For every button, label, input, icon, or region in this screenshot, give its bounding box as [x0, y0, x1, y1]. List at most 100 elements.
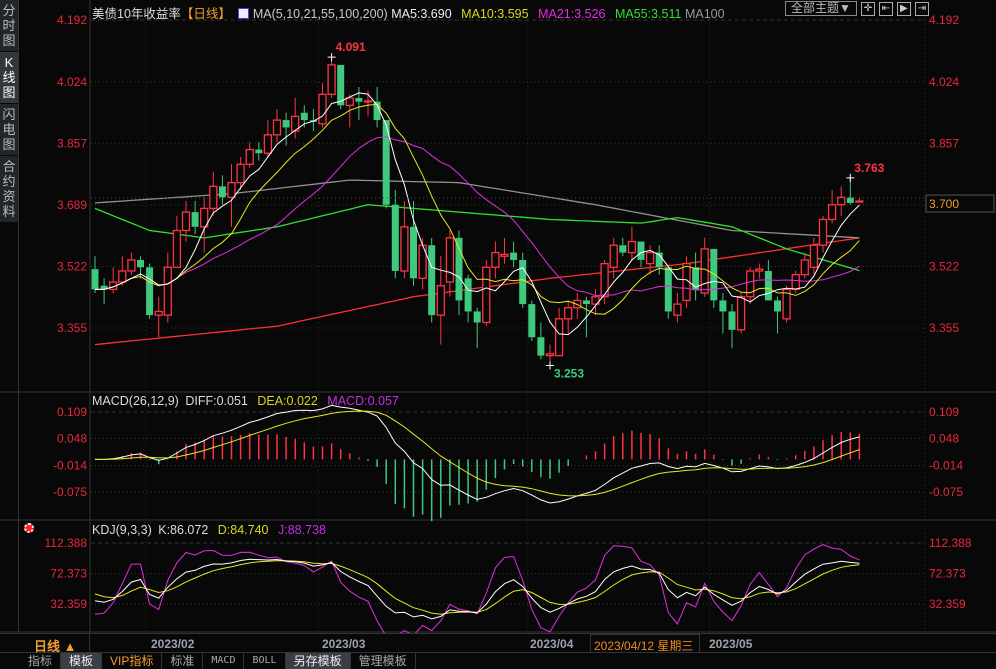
- macd-axis-label-right: 0.048: [929, 432, 959, 446]
- candle-body: [91, 269, 99, 290]
- save-template-button[interactable]: 另存模板: [285, 653, 351, 669]
- candle-body: [137, 259, 144, 268]
- tab-macd[interactable]: MACD: [203, 653, 245, 669]
- month-label: 2023/02: [151, 637, 195, 651]
- kdj-axis-label-left: 32.359: [50, 597, 87, 611]
- candle-body: [755, 268, 764, 272]
- ma100-value: MA100: [684, 7, 725, 21]
- candle: [528, 300, 536, 341]
- ma10-value: MA10:3.595: [461, 7, 529, 21]
- kdj-axis-label-right: 32.359: [929, 597, 966, 611]
- tab-templates[interactable]: 模板: [61, 653, 103, 669]
- kdj-axis-label-left: 112.388: [45, 536, 88, 550]
- candle-body: [455, 237, 463, 301]
- candle: [355, 86, 363, 121]
- macd-value: MACD:0.057: [327, 394, 399, 408]
- candle-body: [363, 100, 373, 103]
- kdj-d-line: [94, 560, 860, 615]
- price-axis-label-left: 4.024: [57, 75, 87, 89]
- macd-axis-label-right: -0.075: [929, 485, 963, 499]
- candle-body: [391, 204, 399, 271]
- candle-body: [263, 134, 273, 154]
- kdj-k: K:86.072: [158, 523, 209, 537]
- candle-body: [181, 211, 191, 232]
- candle: [728, 304, 736, 349]
- candle-body: [428, 245, 436, 316]
- macd-legend: MACD(26,12,9) DIFF:0.051 DEA:0.022 MACD:…: [92, 394, 399, 408]
- candle: [482, 259, 491, 327]
- candle-body: [719, 300, 727, 312]
- candle: [263, 120, 273, 157]
- candle: [154, 296, 163, 338]
- candle: [218, 175, 226, 205]
- extreme-marker: [546, 361, 554, 370]
- candle: [809, 237, 819, 275]
- candle: [710, 248, 718, 308]
- candle: [400, 201, 409, 279]
- kdj-settings-icon[interactable]: [24, 523, 34, 533]
- tab-vip-indicators[interactable]: VIP指标: [102, 653, 163, 669]
- candle: [700, 237, 709, 297]
- zoom-range-icon[interactable]: ⇤: [878, 1, 893, 16]
- price-axis-label-left: 3.689: [57, 198, 87, 212]
- candle-body: [491, 251, 500, 268]
- period-selector[interactable]: 日线 ▲: [20, 634, 90, 654]
- extreme-label: 3.253: [554, 367, 584, 381]
- theme-dropdown[interactable]: 全部主题▼: [785, 1, 857, 16]
- candle-body: [191, 212, 199, 227]
- play-forward-icon[interactable]: ▶: [896, 1, 911, 16]
- candle-body: [436, 285, 445, 316]
- candle-body: [218, 186, 226, 198]
- candle-body: [300, 112, 308, 121]
- tab-indicators[interactable]: 指标: [0, 653, 62, 669]
- candle-body: [700, 248, 709, 294]
- candle: [172, 215, 182, 268]
- tab-standard[interactable]: 标准: [162, 653, 204, 669]
- macd-axis-label-right: -0.014: [929, 458, 963, 472]
- candle-body: [809, 244, 819, 268]
- candle: [127, 252, 136, 275]
- price-axis-label-left: 3.857: [57, 136, 87, 150]
- tab-boll[interactable]: BOLL: [244, 653, 286, 669]
- crosshair-icon[interactable]: ✛: [860, 1, 875, 16]
- move-right-icon[interactable]: ⇥: [914, 1, 929, 16]
- macd-axis-label-left: 0.109: [57, 405, 87, 419]
- candle-body: [827, 204, 837, 221]
- candle-body: [473, 311, 481, 323]
- candle: [664, 267, 672, 319]
- candle-body: [800, 259, 809, 276]
- candle: [837, 186, 846, 216]
- price-axis-label-left: 3.355: [57, 321, 87, 335]
- month-label: 2023/04: [530, 637, 574, 651]
- ma5-value: MA5:3.690: [391, 7, 452, 21]
- candle: [655, 245, 663, 275]
- candle-body: [510, 252, 518, 260]
- kdj-title: KDJ(9,3,3): [92, 523, 152, 537]
- candle: [846, 177, 854, 205]
- kline-chart[interactable]: 4.1924.1924.0244.0243.8573.8573.6893.689…: [0, 0, 996, 633]
- candle: [782, 285, 791, 323]
- candle: [410, 201, 417, 286]
- candle-body: [500, 253, 509, 257]
- candle-body: [227, 182, 236, 199]
- candle: [719, 293, 727, 334]
- candle-body: [282, 120, 290, 128]
- candle-body: [609, 244, 618, 268]
- candle-body: [673, 303, 682, 316]
- candle-body: [728, 311, 736, 330]
- candle: [818, 215, 828, 253]
- chart-legend: 美债10年收益率【日线】 MA(5,10,21,55,100,200) MA5:…: [92, 3, 725, 22]
- candle: [627, 226, 637, 260]
- candle: [491, 241, 500, 279]
- candle-body: [172, 229, 182, 268]
- candle: [209, 171, 218, 216]
- extreme-label: 4.091: [336, 40, 366, 54]
- candle: [554, 307, 564, 357]
- candle-body: [236, 163, 245, 184]
- candle: [746, 267, 755, 305]
- price-axis-label-right: 3.355: [929, 321, 959, 335]
- candle-body: [664, 267, 672, 312]
- macd-diff: DIFF:0.051: [185, 394, 248, 408]
- manage-templates-button[interactable]: 管理模板: [351, 653, 416, 669]
- price-axis-label-right: 3.857: [929, 136, 959, 150]
